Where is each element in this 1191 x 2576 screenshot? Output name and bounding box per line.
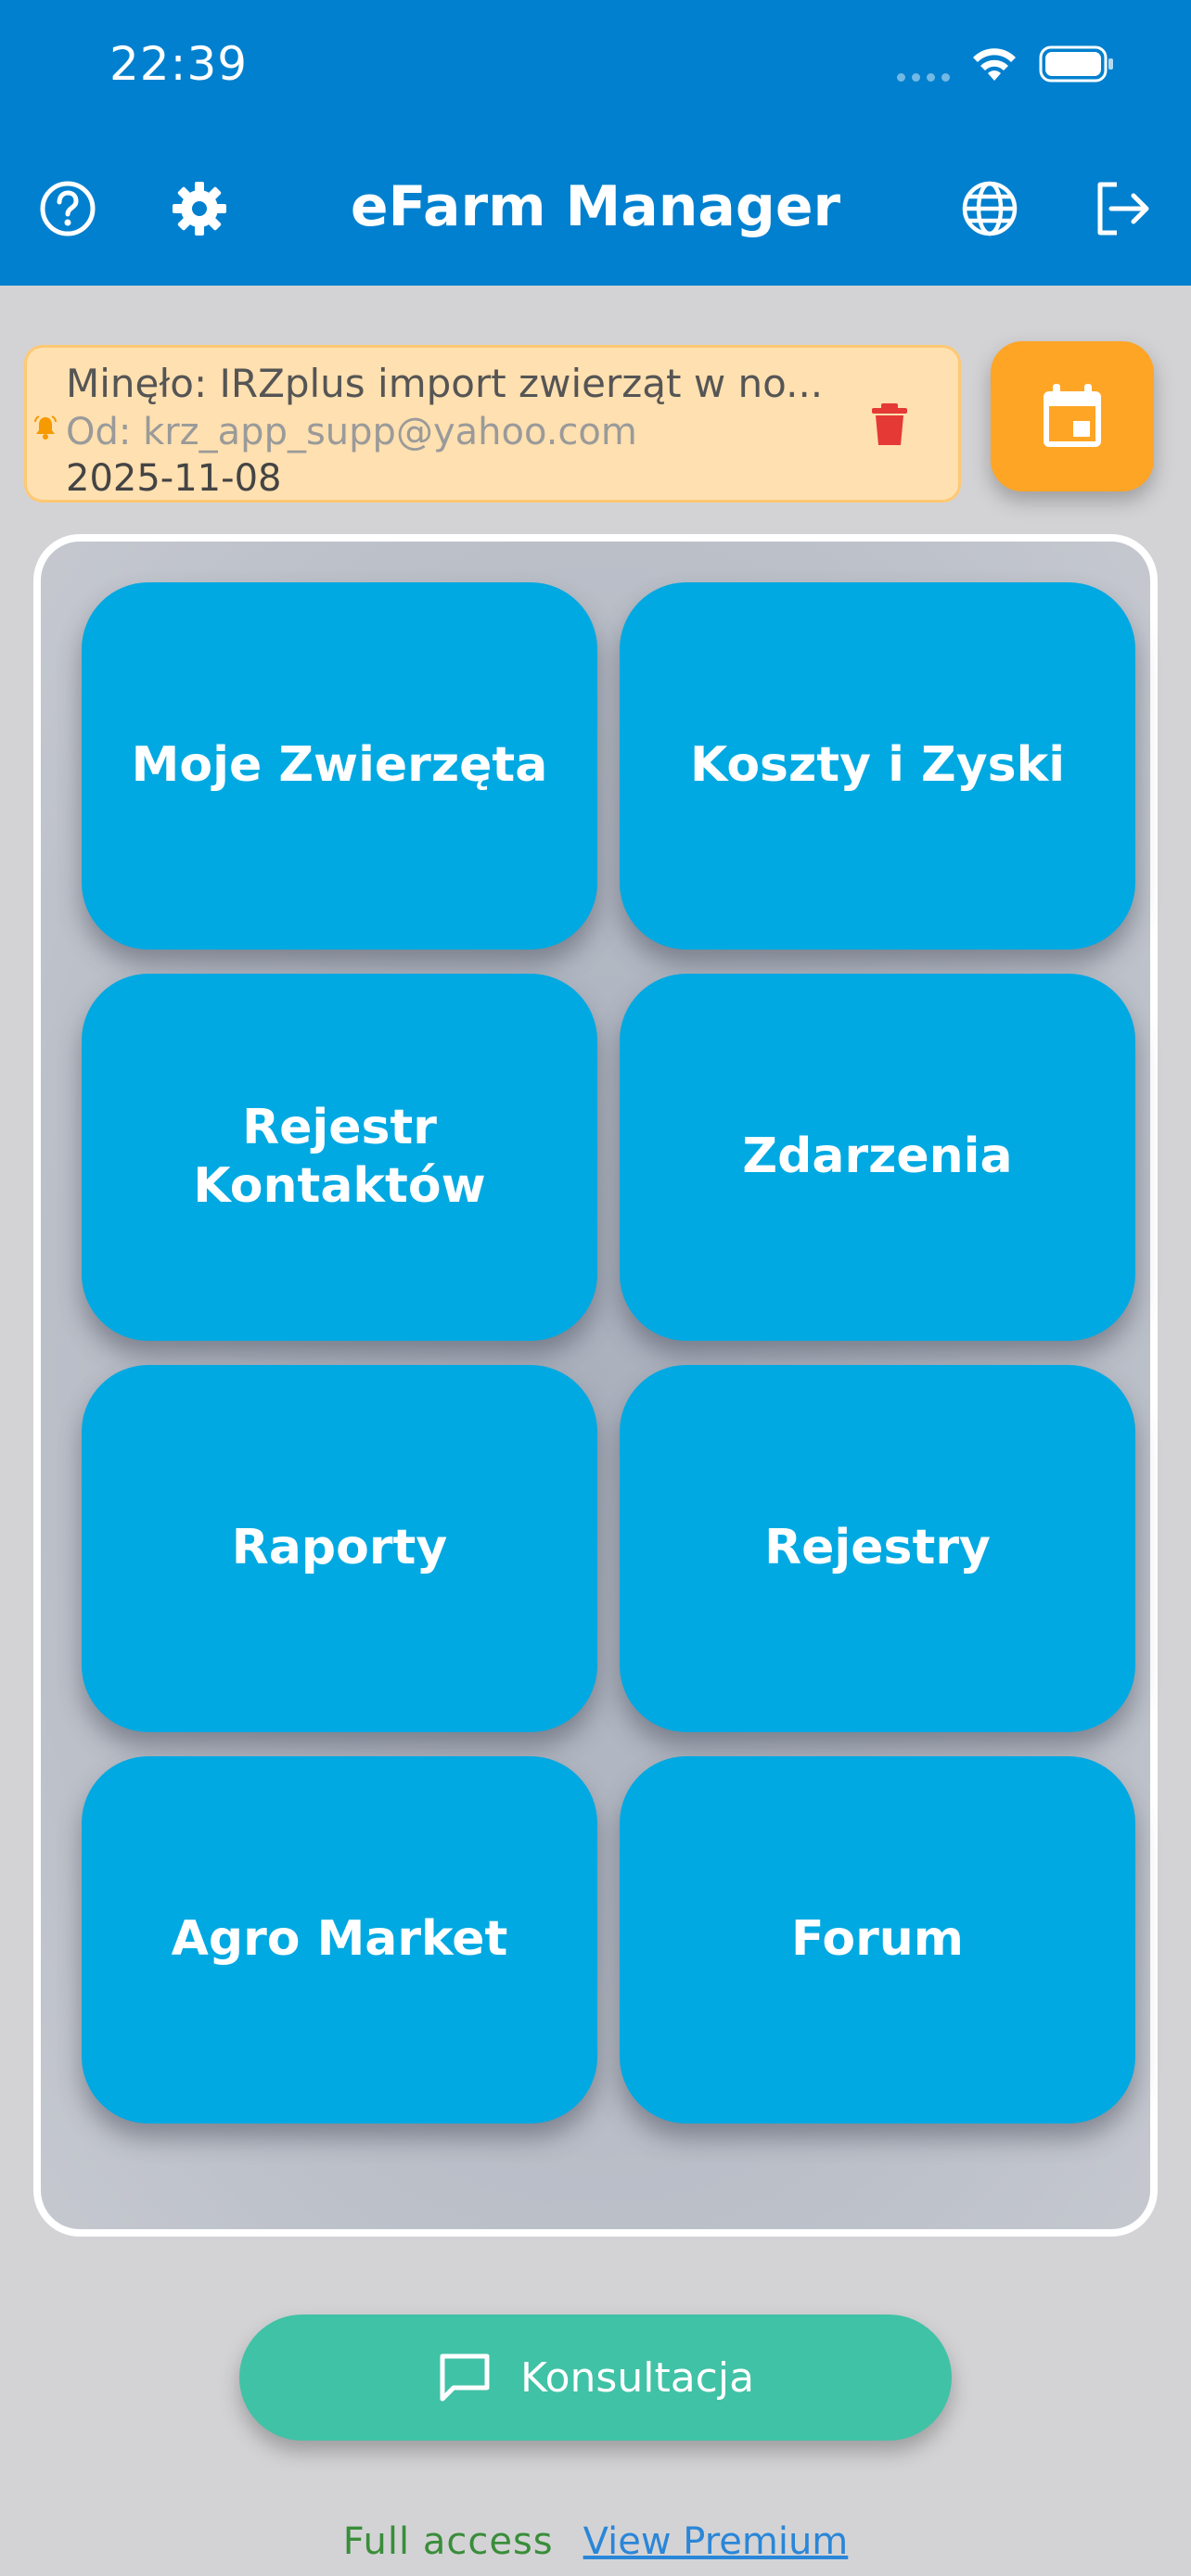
status-icons: [897, 45, 1115, 83]
globe-icon: [962, 181, 1018, 236]
tile-rejestry[interactable]: Rejestry: [620, 1365, 1135, 1732]
logout-icon: [1097, 182, 1149, 236]
calendar-icon: [1044, 384, 1101, 447]
tile-rejestr-kontaktow[interactable]: Rejestr Kontaktów: [82, 974, 597, 1341]
trash-icon[interactable]: [869, 402, 910, 448]
tile-moje-zwierzeta[interactable]: Moje Zwierzęta: [82, 582, 597, 950]
tile-raporty[interactable]: Raporty: [82, 1365, 597, 1732]
status-time: 22:39: [109, 37, 249, 91]
tile-agro-market[interactable]: Agro Market: [82, 1756, 597, 2123]
app-header: 22:39 eFarm Manager: [0, 0, 1191, 286]
app-root: 22:39 eFarm Manager Minęło: IRZplus impo…: [0, 0, 1191, 2576]
notification-title: Minęło: IRZplus import zwierząt w no...: [66, 361, 824, 406]
view-premium-link[interactable]: View Premium: [583, 2520, 849, 2563]
chat-icon: [440, 2353, 490, 2402]
language-button[interactable]: [957, 176, 1022, 241]
access-status: Full access: [342, 2520, 554, 2563]
footer: Full access View Premium: [0, 2520, 1191, 2563]
notification-sender: Od: krz_app_supp@yahoo.com: [66, 411, 637, 453]
calendar-button[interactable]: [991, 341, 1154, 491]
tile-forum[interactable]: Forum: [620, 1756, 1135, 2123]
tile-zdarzenia[interactable]: Zdarzenia: [620, 974, 1135, 1341]
signal-icon: [897, 72, 950, 82]
logout-button[interactable]: [1091, 176, 1156, 241]
menu-panel: Moje Zwierzęta Koszty i Zyski Rejestr Ko…: [33, 534, 1158, 2237]
consultation-label: Konsultacja: [519, 2353, 755, 2402]
bell-icon: [34, 415, 57, 440]
tile-koszty-i-zyski[interactable]: Koszty i Zyski: [620, 582, 1135, 950]
wifi-icon: [973, 48, 1016, 81]
consultation-button[interactable]: Konsultacja: [239, 2315, 952, 2441]
battery-icon: [1039, 45, 1113, 83]
notification-card[interactable]: Minęło: IRZplus import zwierząt w no... …: [24, 345, 961, 503]
notification-date: 2025-11-08: [66, 457, 282, 500]
